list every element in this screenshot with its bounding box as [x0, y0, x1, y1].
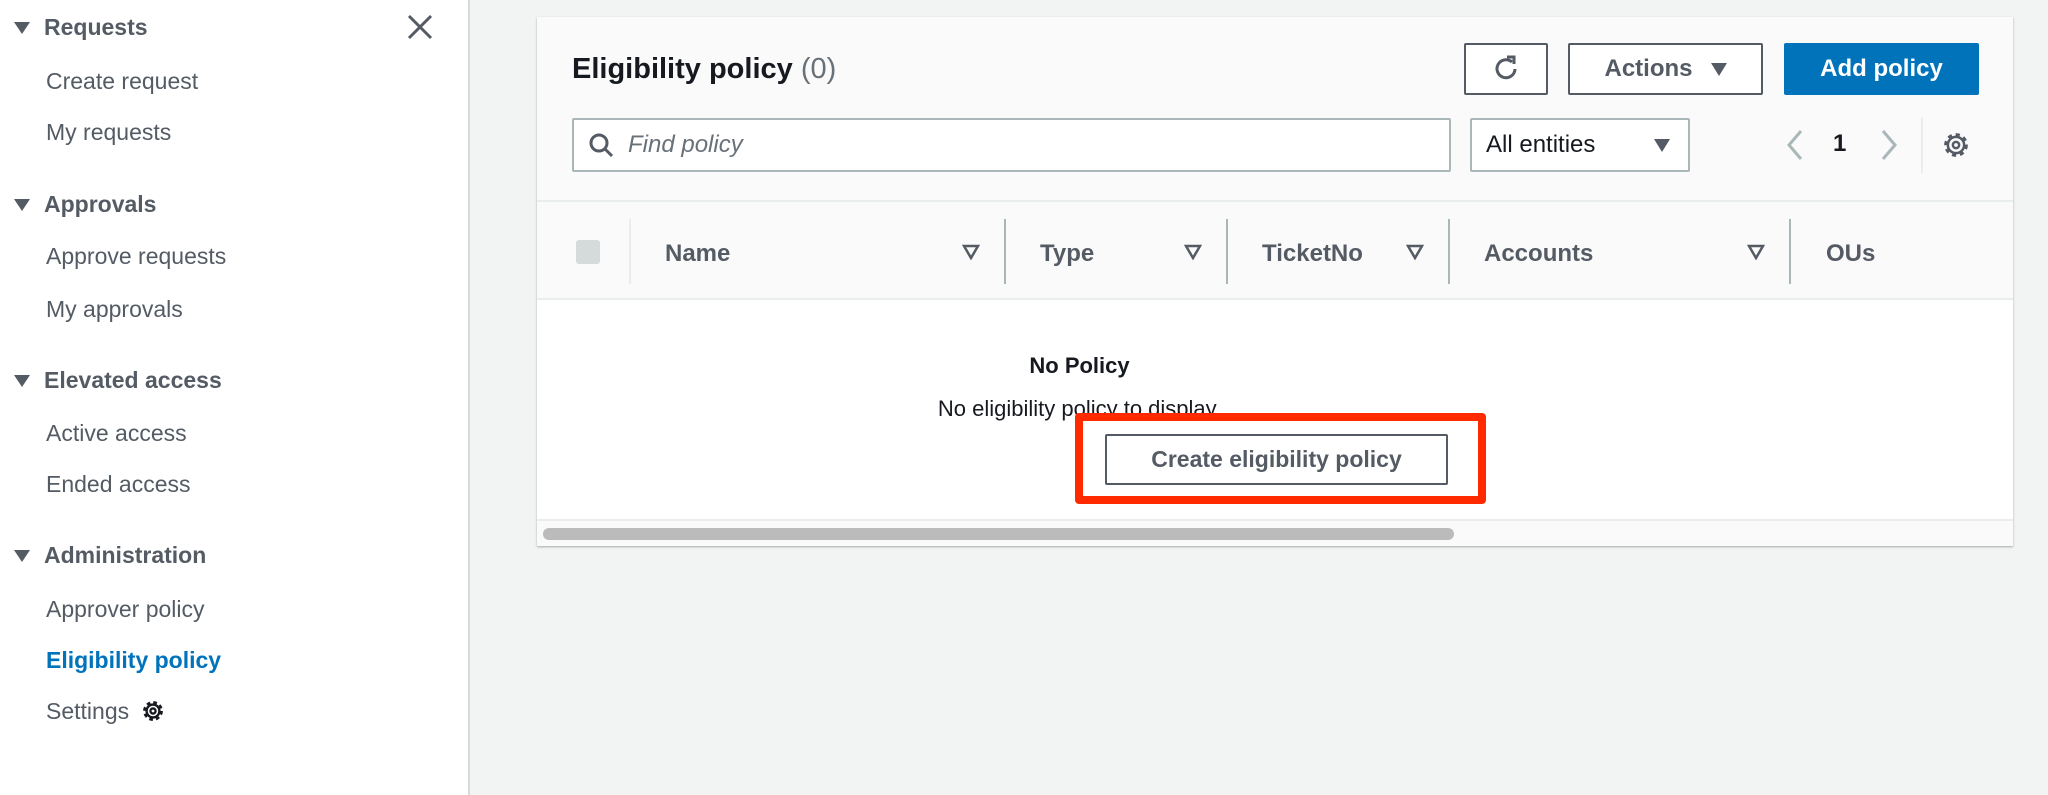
refresh-icon — [1495, 55, 1517, 80]
search-icon — [589, 133, 614, 158]
column-divider[interactable] — [1789, 219, 1791, 284]
sort-icon[interactable] — [1747, 244, 1765, 260]
entity-filter-select[interactable]: All entities — [1470, 118, 1690, 172]
refresh-button[interactable] — [1464, 43, 1548, 95]
sort-icon[interactable] — [1406, 244, 1424, 260]
close-icon[interactable] — [405, 12, 435, 42]
sort-icon[interactable] — [962, 244, 980, 260]
caret-down-icon — [1710, 62, 1727, 76]
page-number[interactable]: 1 — [1833, 130, 1846, 158]
section-approvals[interactable]: Approvals — [14, 191, 156, 218]
sort-icon[interactable] — [1184, 244, 1202, 260]
column-ticketno[interactable]: TicketNo — [1262, 240, 1363, 268]
column-divider[interactable] — [1226, 219, 1228, 284]
column-type[interactable]: Type — [1040, 240, 1094, 268]
sidebar-item-settings[interactable]: Settings — [46, 697, 167, 725]
add-policy-button[interactable]: Add policy — [1784, 43, 1979, 95]
sidebar-item-my-approvals[interactable]: My approvals — [46, 296, 183, 323]
sidebar-item-my-requests[interactable]: My requests — [46, 119, 171, 146]
sidebar-item-approver-policy[interactable]: Approver policy — [46, 596, 205, 623]
horizontal-scrollbar[interactable] — [543, 528, 1454, 540]
column-ous[interactable]: OUs — [1826, 240, 1875, 268]
column-divider — [629, 219, 631, 284]
table-body: No Policy No eligibility policy to displ… — [537, 300, 2013, 521]
sidebar: Requests Create request My requests Appr… — [0, 0, 470, 795]
sidebar-item-create-request[interactable]: Create request — [46, 68, 198, 95]
caret-down-icon — [14, 198, 30, 211]
column-accounts[interactable]: Accounts — [1484, 240, 1593, 268]
select-all-checkbox[interactable] — [576, 240, 600, 264]
policy-count: (0) — [800, 53, 837, 85]
caret-down-icon — [14, 21, 30, 34]
sidebar-item-active-access[interactable]: Active access — [46, 420, 187, 447]
section-elevated-access[interactable]: Elevated access — [14, 367, 222, 394]
page-title: Eligibility policy (0) — [572, 53, 837, 85]
empty-title: No Policy — [1029, 353, 1130, 378]
caret-down-icon — [14, 374, 30, 387]
sidebar-item-eligibility-policy[interactable]: Eligibility policy — [46, 647, 221, 674]
caret-down-icon — [14, 549, 30, 562]
column-divider[interactable] — [1004, 219, 1006, 284]
find-policy-field[interactable] — [628, 131, 1408, 159]
previous-page-icon[interactable] — [1785, 129, 1805, 161]
gear-icon — [143, 701, 164, 721]
section-administration[interactable]: Administration — [14, 542, 206, 569]
sidebar-item-approve-requests[interactable]: Approve requests — [46, 243, 226, 270]
actions-button[interactable]: Actions — [1568, 43, 1763, 95]
create-eligibility-policy-button[interactable]: Create eligibility policy — [1105, 434, 1448, 485]
sidebar-item-ended-access[interactable]: Ended access — [46, 471, 190, 498]
next-page-icon[interactable] — [1879, 129, 1899, 161]
table-header: Name Type TicketNo Accounts OUs — [537, 200, 2013, 300]
preferences-gear-icon[interactable] — [1941, 130, 1971, 160]
divider — [1921, 117, 1923, 173]
eligibility-policy-table: Eligibility policy (0) Actions Add polic… — [537, 17, 2013, 546]
caret-down-icon — [1654, 138, 1670, 152]
section-requests[interactable]: Requests — [14, 14, 148, 41]
column-name[interactable]: Name — [665, 240, 730, 268]
column-divider[interactable] — [1448, 219, 1450, 284]
search-input[interactable] — [572, 118, 1451, 172]
